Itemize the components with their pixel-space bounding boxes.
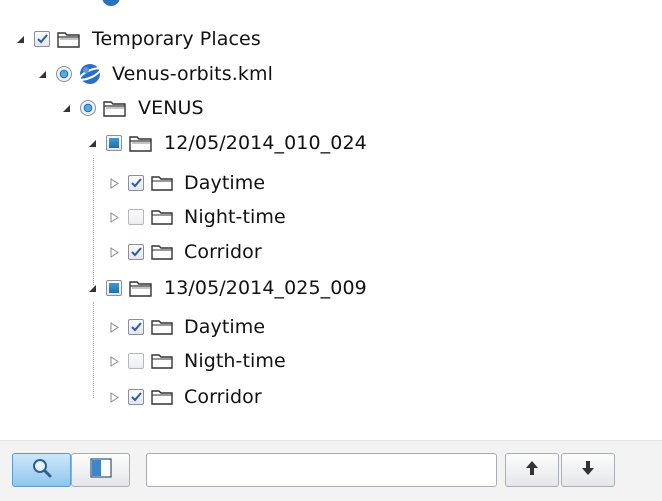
folder-open-icon [56, 29, 82, 49]
kml-globe-icon [78, 63, 102, 85]
expand-arrow-icon[interactable] [108, 355, 120, 367]
folder-icon [150, 388, 174, 406]
folder-open-icon [128, 278, 154, 298]
search-toggle-button[interactable] [12, 453, 71, 487]
tree-node-date[interactable]: 13/05/2014_025_009 [86, 271, 367, 305]
folder-icon [150, 208, 174, 226]
tree-node-label: Daytime [184, 316, 266, 338]
tree-node-night-time[interactable]: Night-time [108, 200, 286, 234]
expand-arrow-icon[interactable] [108, 211, 120, 223]
tree-node-venus[interactable]: VENUS [60, 91, 204, 125]
expand-arrow-icon[interactable] [108, 321, 120, 333]
nigth-time-checkbox[interactable] [128, 353, 144, 369]
arrow-up-icon [525, 460, 539, 480]
panel-icon [89, 458, 112, 482]
temporary-places-checkbox[interactable] [34, 31, 50, 47]
bottom-toolbar [0, 440, 662, 501]
tree-node-corridor[interactable]: Corridor [108, 380, 262, 414]
tree-node-label: VENUS [138, 97, 204, 119]
magnifier-icon [31, 457, 53, 483]
expand-arrow-icon[interactable] [108, 177, 120, 189]
date-partial-checkbox[interactable] [106, 135, 122, 151]
date-partial-checkbox[interactable] [106, 280, 122, 296]
daytime-checkbox[interactable] [128, 319, 144, 335]
tree-node-label: Night-time [184, 206, 286, 228]
corridor-checkbox[interactable] [128, 244, 144, 260]
folder-icon [150, 352, 174, 370]
arrow-down-icon [581, 460, 595, 480]
tree-node-corridor[interactable]: Corridor [108, 235, 262, 269]
collapse-arrow-icon[interactable] [14, 33, 26, 45]
tree-node-label: Temporary Places [92, 28, 261, 50]
collapse-arrow-icon[interactable] [60, 102, 72, 114]
collapse-arrow-icon[interactable] [36, 68, 48, 80]
tree-node-date[interactable]: 12/05/2014_010_024 [86, 126, 367, 160]
folder-open-icon [102, 98, 128, 118]
expand-arrow-icon[interactable] [108, 246, 120, 258]
places-tree: Temporary Places Venus-orbits.kml VENUS … [0, 0, 662, 430]
tree-node-label: Nigth-time [184, 350, 286, 372]
tree-node-daytime[interactable]: Daytime [108, 166, 265, 200]
tree-node-label: Corridor [184, 241, 262, 263]
tree-node-temporary-places[interactable]: Temporary Places [14, 22, 261, 56]
folder-icon [150, 243, 174, 261]
move-up-button[interactable] [505, 453, 559, 487]
tree-guide-line [93, 302, 94, 398]
folder-icon [150, 318, 174, 336]
tree-node-nigth-time[interactable]: Nigth-time [108, 344, 286, 378]
tree-node-label: 13/05/2014_025_009 [164, 277, 367, 299]
top-earth-icon [102, 0, 120, 6]
night-time-checkbox[interactable] [128, 209, 144, 225]
move-down-button[interactable] [561, 453, 615, 487]
tree-node-label: 12/05/2014_010_024 [164, 132, 367, 154]
expand-arrow-icon[interactable] [108, 391, 120, 403]
folder-open-icon [128, 133, 154, 153]
tree-node-daytime[interactable]: Daytime [108, 310, 265, 344]
collapse-arrow-icon[interactable] [86, 282, 98, 294]
tree-guide-line [93, 158, 94, 285]
search-input[interactable] [146, 453, 497, 487]
venus-radio[interactable] [80, 100, 96, 116]
collapse-arrow-icon[interactable] [86, 137, 98, 149]
panel-toggle-button[interactable] [71, 453, 130, 487]
corridor-checkbox[interactable] [128, 389, 144, 405]
tree-node-venus-orbits-kml[interactable]: Venus-orbits.kml [36, 57, 273, 91]
tree-node-label: Corridor [184, 386, 262, 408]
tree-node-label: Venus-orbits.kml [112, 63, 273, 85]
folder-icon [150, 174, 174, 192]
venus-orbits-radio[interactable] [56, 66, 72, 82]
tree-node-label: Daytime [184, 172, 266, 194]
daytime-checkbox[interactable] [128, 175, 144, 191]
